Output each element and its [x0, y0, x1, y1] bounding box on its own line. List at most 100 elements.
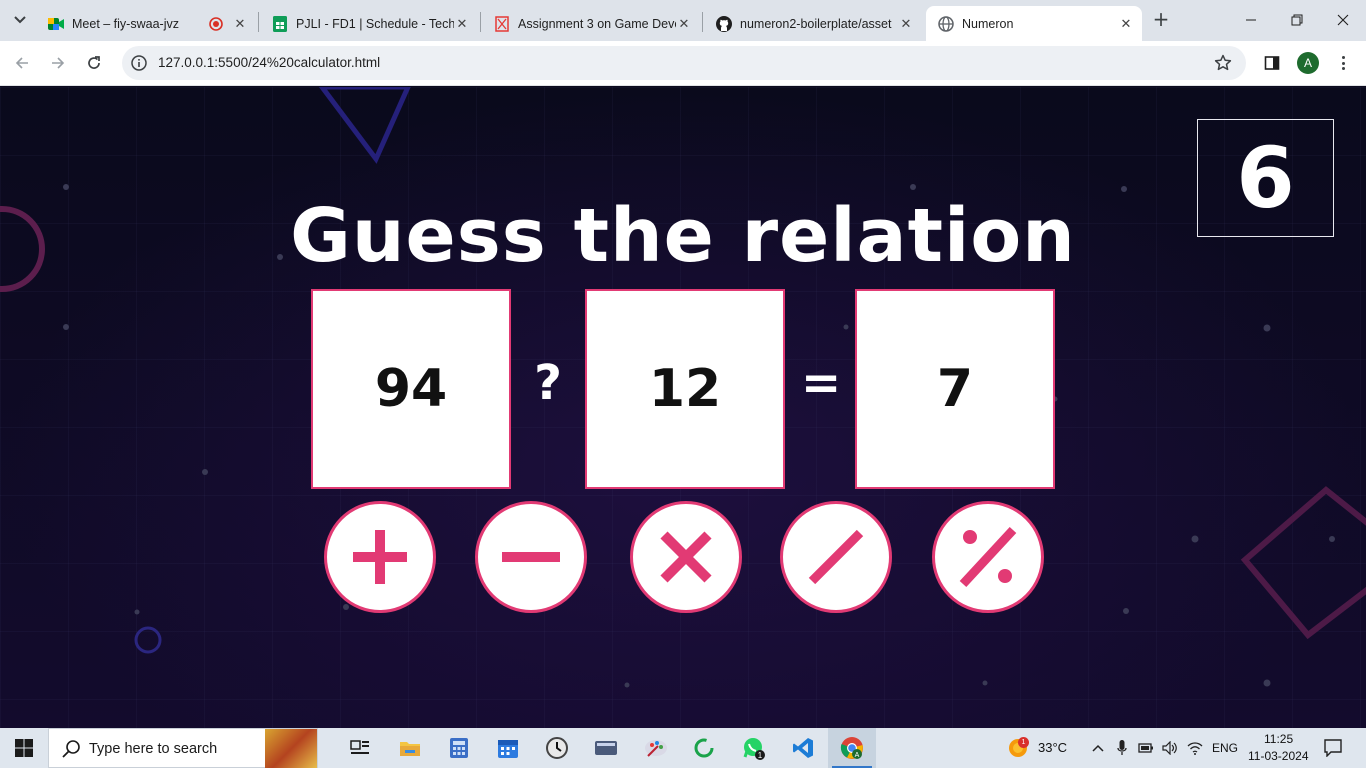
battery-icon[interactable]	[1138, 740, 1154, 756]
close-icon	[1337, 14, 1349, 26]
calculator-button[interactable]	[435, 728, 483, 768]
url-text: 127.0.0.1:5500/24%20calculator.html	[158, 55, 381, 70]
tab-github[interactable]: numeron2-boilerplate/asset ✕	[704, 6, 922, 41]
second-number-box: 12	[585, 289, 785, 489]
minus-icon	[502, 552, 560, 562]
forward-arrow-icon	[52, 57, 65, 69]
restore-icon	[1291, 14, 1303, 26]
multiply-icon	[660, 531, 712, 583]
close-tab-icon[interactable]: ✕	[232, 16, 248, 32]
browser-toolbar: 127.0.0.1:5500/24%20calculator.html	[0, 41, 1366, 86]
google-meet-icon	[48, 16, 64, 32]
equals-sign: =	[801, 355, 842, 411]
tab-title: PJLI - FD1 | Schedule - Techn	[296, 16, 454, 31]
tab-numeron[interactable]: Numeron ✕	[926, 6, 1142, 41]
notification-center-icon[interactable]	[1324, 739, 1342, 757]
database-icon	[595, 741, 617, 755]
calculator-icon	[450, 738, 468, 758]
vscode-button[interactable]	[779, 728, 827, 768]
calendar-button[interactable]	[484, 728, 532, 768]
profile-avatar[interactable]: A	[1297, 52, 1319, 74]
wifi-icon[interactable]	[1187, 740, 1203, 756]
divide-slash-icon	[808, 529, 864, 585]
minus-button[interactable]	[475, 501, 587, 613]
result-number-box: 7	[855, 289, 1055, 489]
plus-icon	[353, 530, 407, 584]
reload-icon	[88, 56, 100, 69]
chevron-down-icon	[14, 16, 26, 24]
weather-badge: 1	[1018, 737, 1029, 748]
tab-divider	[702, 12, 703, 32]
folder-icon	[400, 742, 420, 756]
taskbar-search-box[interactable]: Type here to search	[48, 728, 318, 768]
clock-app-button[interactable]	[533, 728, 581, 768]
first-number-box: 94	[311, 289, 511, 489]
tab-title: Assignment 3 on Game Deve	[518, 16, 676, 31]
multiply-button[interactable]	[630, 501, 742, 613]
file-explorer-button[interactable]	[386, 728, 434, 768]
clock-time[interactable]: 11:25	[1264, 732, 1293, 746]
tab-title: numeron2-boilerplate/asset	[740, 16, 892, 31]
triangle-decoration	[318, 87, 411, 164]
side-panel-button[interactable]	[1262, 53, 1282, 73]
refresh-app-button[interactable]	[680, 728, 728, 768]
whatsapp-badge-count: 1	[758, 751, 763, 760]
restore-button[interactable]	[1274, 0, 1320, 40]
whatsapp-icon: 1	[743, 738, 765, 760]
back-button[interactable]	[9, 50, 35, 76]
game-page: 6 Guess the relation 94 ? 12 = 7	[0, 87, 1366, 728]
tab-title: Numeron	[962, 16, 1014, 31]
page-title: Guess the relation	[290, 193, 1076, 279]
chrome-icon: A	[840, 737, 863, 759]
browser-menu-icon[interactable]	[1336, 52, 1350, 74]
search-placeholder: Type here to search	[89, 741, 218, 757]
chrome-button[interactable]: A	[828, 728, 876, 768]
github-icon	[716, 15, 732, 32]
windows-logo-icon	[15, 739, 33, 757]
site-info-icon[interactable]	[130, 54, 148, 72]
close-tab-icon[interactable]: ✕	[898, 16, 914, 32]
clock-date[interactable]: 11-03-2024	[1248, 749, 1309, 763]
close-tab-icon[interactable]: ✕	[1118, 16, 1134, 32]
google-sheets-icon	[272, 15, 288, 32]
task-view-button[interactable]	[336, 728, 384, 768]
diamond-decoration	[1240, 486, 1366, 640]
close-window-button[interactable]	[1320, 0, 1366, 40]
small-circle-decoration	[134, 626, 162, 654]
sql-app-button[interactable]	[582, 728, 630, 768]
tab-schedule[interactable]: PJLI - FD1 | Schedule - Techn ✕	[260, 6, 478, 41]
microphone-icon[interactable]	[1114, 740, 1130, 756]
search-icon	[62, 740, 80, 758]
show-hidden-icons-icon[interactable]	[1090, 740, 1106, 756]
close-tab-icon[interactable]: ✕	[676, 16, 692, 32]
whatsapp-button[interactable]: 1	[730, 728, 778, 768]
percent-icon	[959, 526, 1017, 588]
bookmark-star-icon[interactable]	[1214, 54, 1232, 72]
address-bar[interactable]: 127.0.0.1:5500/24%20calculator.html	[122, 46, 1246, 80]
recording-icon	[208, 16, 224, 32]
tab-search-button[interactable]	[8, 8, 32, 32]
tab-strip: Meet – fiy-swaa-jvz ✕ PJLI - FD1 | Sched…	[0, 0, 1366, 41]
palette-icon	[645, 740, 667, 757]
volume-icon[interactable]	[1162, 740, 1178, 756]
reload-button[interactable]	[81, 50, 107, 76]
forward-button[interactable]	[45, 50, 71, 76]
weather-temperature[interactable]: 33°C	[1038, 740, 1067, 755]
paint-app-button[interactable]	[632, 728, 680, 768]
task-view-icon	[350, 740, 369, 754]
minimize-button[interactable]	[1228, 0, 1274, 40]
tab-assignment[interactable]: Assignment 3 on Game Deve ✕	[482, 6, 700, 41]
green-ring-icon	[694, 738, 714, 758]
classroom-icon	[494, 15, 510, 32]
divide-button[interactable]	[780, 501, 892, 613]
close-tab-icon[interactable]: ✕	[454, 16, 470, 32]
back-arrow-icon	[15, 57, 28, 69]
vscode-icon	[793, 738, 813, 758]
language-indicator[interactable]: ENG	[1212, 741, 1238, 755]
tab-recording[interactable]: ✕	[200, 6, 256, 41]
modulo-button[interactable]	[932, 501, 1044, 613]
svg-text:A: A	[855, 752, 860, 759]
new-tab-button[interactable]: +	[1150, 8, 1172, 32]
plus-button[interactable]	[324, 501, 436, 613]
start-button[interactable]	[0, 728, 48, 768]
